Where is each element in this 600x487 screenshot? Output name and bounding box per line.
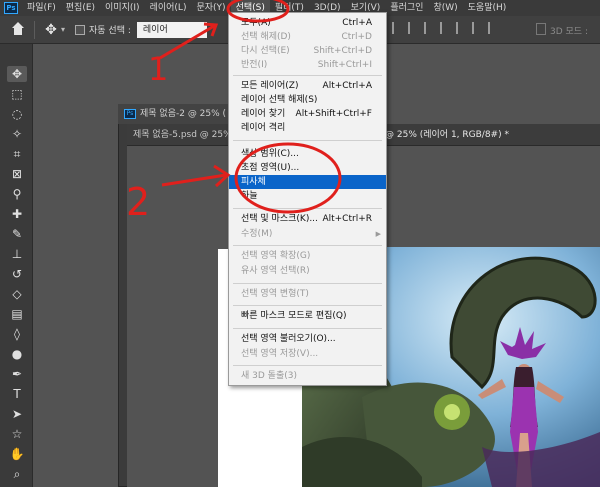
menu-separator: [233, 305, 382, 306]
align-icon[interactable]: [408, 22, 418, 34]
menu-item-transform-selection[interactable]: 선택 영역 변형(T): [229, 287, 386, 301]
menu-item-all-layers[interactable]: 모든 레이어(Z) Alt+Ctrl+A: [229, 79, 386, 93]
auto-select-dropdown[interactable]: 레이어: [136, 21, 207, 38]
align-icon[interactable]: [392, 22, 402, 34]
menu-help[interactable]: 도움말(H): [463, 0, 512, 16]
history-brush-icon[interactable]: ↺: [7, 266, 27, 282]
menu-item-find-layers[interactable]: 레이어 찾기 Alt+Shift+Ctrl+F: [229, 107, 386, 121]
menu-separator: [233, 328, 382, 329]
menu-item-sky[interactable]: 하늘: [229, 189, 386, 203]
menu-separator: [233, 365, 382, 366]
menu-item-inverse[interactable]: 반전(I) Shift+Ctrl+I: [229, 58, 386, 72]
menu-edit[interactable]: 편집(E): [61, 0, 100, 16]
auto-select-checkbox[interactable]: [75, 24, 86, 35]
menu-item-new-3d-extrusion[interactable]: 새 3D 돌출(3): [229, 369, 386, 383]
eraser-tool-icon[interactable]: ◇: [7, 286, 27, 302]
tools-panel: ✥ ⬚ ◌ ✧ ⌗ ⊠ ⚲ ✚ ✎ ⊥ ↺ ◇ ▤ ◊ ● ✒ T ➤ ☆ ✋ …: [0, 44, 33, 487]
menu-type[interactable]: 문자(Y): [191, 0, 230, 16]
auto-select-label: 자동 선택 :: [89, 26, 131, 36]
menu-plugins[interactable]: 플러그인: [385, 0, 428, 16]
menu-item-quick-mask[interactable]: 빠른 마스크 모드로 편집(Q): [229, 309, 386, 323]
home-icon[interactable]: [10, 21, 26, 38]
window-title-text: 제목 없음-2 @ 25% (: [140, 109, 227, 119]
floating-window-title[interactable]: Ps 제목 없음-2 @ 25% (: [118, 104, 228, 124]
path-select-icon[interactable]: ➤: [7, 406, 27, 422]
align-buttons[interactable]: [392, 22, 498, 34]
lasso-tool-icon[interactable]: ◌: [7, 106, 27, 122]
chevron-down-icon[interactable]: ▾: [61, 25, 65, 34]
menu-separator: [233, 245, 382, 246]
align-icon[interactable]: [456, 22, 466, 34]
zoom-tool-icon[interactable]: ⌕: [7, 466, 27, 482]
3d-mode-icon: [536, 23, 546, 35]
dodge-tool-icon[interactable]: ●: [7, 346, 27, 362]
menu-item-deselect[interactable]: 선택 해제(D) Ctrl+D: [229, 30, 386, 44]
menu-item-save-selection[interactable]: 선택 영역 저장(V)...: [229, 347, 386, 361]
align-icon[interactable]: [472, 22, 482, 34]
menu-item-modify[interactable]: 수정(M) ▶: [229, 227, 386, 241]
healing-brush-icon[interactable]: ✚: [7, 206, 27, 222]
photoshop-logo: Ps: [4, 2, 18, 14]
align-icon[interactable]: [424, 22, 434, 34]
menu-window[interactable]: 창(W): [428, 0, 462, 16]
crop-tool-icon[interactable]: ⌗: [7, 146, 27, 162]
menu-separator: [233, 283, 382, 284]
shape-tool-icon[interactable]: ☆: [7, 426, 27, 442]
menu-item-grow[interactable]: 선택 영역 확장(G): [229, 249, 386, 263]
document-tab[interactable]: 제목 없음-5.psd @ 25% (: [133, 124, 238, 145]
menu-separator: [233, 140, 382, 141]
eyedropper-icon[interactable]: ⚲: [7, 186, 27, 202]
select-menu-dropdown: 모두(A) Ctrl+A 선택 해제(D) Ctrl+D 다시 선택(E) Shift…: [228, 12, 387, 386]
menu-file[interactable]: 파일(F): [22, 0, 61, 16]
menu-item-color-range[interactable]: 색상 범위(C)...: [229, 147, 386, 161]
menu-item-all[interactable]: 모두(A) Ctrl+A: [229, 16, 386, 30]
align-icon[interactable]: [440, 22, 450, 34]
menu-item-subject[interactable]: 피사체: [229, 175, 386, 189]
divider: [34, 20, 35, 39]
submenu-arrow-icon: ▶: [375, 230, 381, 238]
menu-layer[interactable]: 레이어(L): [145, 0, 192, 16]
menu-item-select-and-mask[interactable]: 선택 및 마스크(K)... Alt+Ctrl+R: [229, 212, 386, 226]
menu-image[interactable]: 이미지(I): [100, 0, 145, 16]
menu-separator: [233, 75, 382, 76]
move-tool-icon[interactable]: ✥: [7, 66, 27, 82]
menu-item-deselect-layers[interactable]: 레이어 선택 해제(S): [229, 93, 386, 107]
magic-wand-icon[interactable]: ✧: [7, 126, 27, 142]
menu-separator: [233, 208, 382, 209]
menu-item-reselect[interactable]: 다시 선택(E) Shift+Ctrl+D: [229, 44, 386, 58]
marquee-tool-icon[interactable]: ⬚: [7, 86, 27, 102]
menu-item-focus-area[interactable]: 초점 영역(U)...: [229, 161, 386, 175]
pen-tool-icon[interactable]: ✒: [7, 366, 27, 382]
menu-item-similar[interactable]: 유사 영역 선택(R): [229, 264, 386, 278]
frame-tool-icon[interactable]: ⊠: [7, 166, 27, 182]
gradient-tool-icon[interactable]: ▤: [7, 306, 27, 322]
move-tool-icon[interactable]: ✥: [43, 22, 59, 38]
document-tab-active[interactable]: @ 25% (레이어 1, RGB/8#) *: [385, 124, 509, 145]
3d-mode-label: 3D 모드 :: [550, 27, 588, 37]
hand-tool-icon[interactable]: ✋: [7, 446, 27, 462]
photoshop-logo: Ps: [124, 108, 136, 119]
type-tool-icon[interactable]: T: [7, 386, 27, 402]
blur-tool-icon[interactable]: ◊: [7, 326, 27, 342]
menu-item-isolate-layers[interactable]: 레이어 격리: [229, 121, 386, 135]
stamp-tool-icon[interactable]: ⊥: [7, 246, 27, 262]
menu-item-load-selection[interactable]: 선택 영역 불러오기(O)...: [229, 332, 386, 346]
brush-tool-icon[interactable]: ✎: [7, 226, 27, 242]
align-icon[interactable]: [488, 22, 498, 34]
